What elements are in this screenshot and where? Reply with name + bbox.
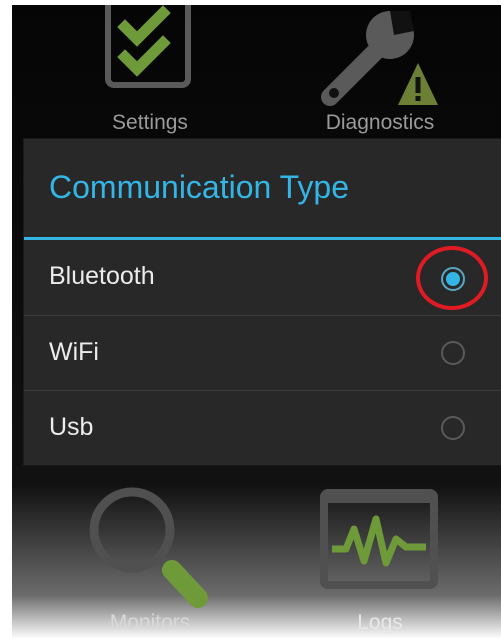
monitors-label: Monitors	[109, 611, 191, 634]
waveform-icon	[320, 489, 438, 589]
logs-label: Logs	[357, 611, 403, 634]
radio-button-bluetooth[interactable]	[441, 267, 465, 291]
settings-label: Settings	[112, 111, 188, 134]
diagnostics-tile[interactable]: Diagnostics	[280, 5, 480, 135]
wrench-warning-icon	[321, 11, 438, 106]
radio-button-wifi[interactable]	[441, 341, 465, 365]
option-label: Usb	[49, 413, 94, 441]
option-wifi[interactable]: WiFi	[24, 316, 501, 390]
settings-tile[interactable]: Settings	[50, 5, 250, 135]
magnifier-icon	[89, 487, 208, 608]
option-label: WiFi	[49, 338, 99, 366]
option-bluetooth[interactable]: Bluetooth	[24, 240, 501, 314]
diagnostics-label: Diagnostics	[325, 111, 435, 134]
monitors-tile[interactable]: Monitors	[50, 475, 250, 639]
radio-selected-dot	[446, 272, 460, 286]
checklist-icon	[105, 5, 191, 88]
dialog-title: Communication Type	[49, 169, 349, 205]
option-label: Bluetooth	[49, 262, 155, 290]
radio-button-usb[interactable]	[441, 416, 465, 440]
communication-type-dialog: Communication Type Bluetooth WiFi Usb	[24, 139, 501, 465]
logs-tile[interactable]: Logs	[280, 475, 480, 639]
option-usb[interactable]: Usb	[24, 391, 501, 465]
app-screen: Settings Diagnostics Monitors Logs Commu…	[12, 5, 501, 639]
